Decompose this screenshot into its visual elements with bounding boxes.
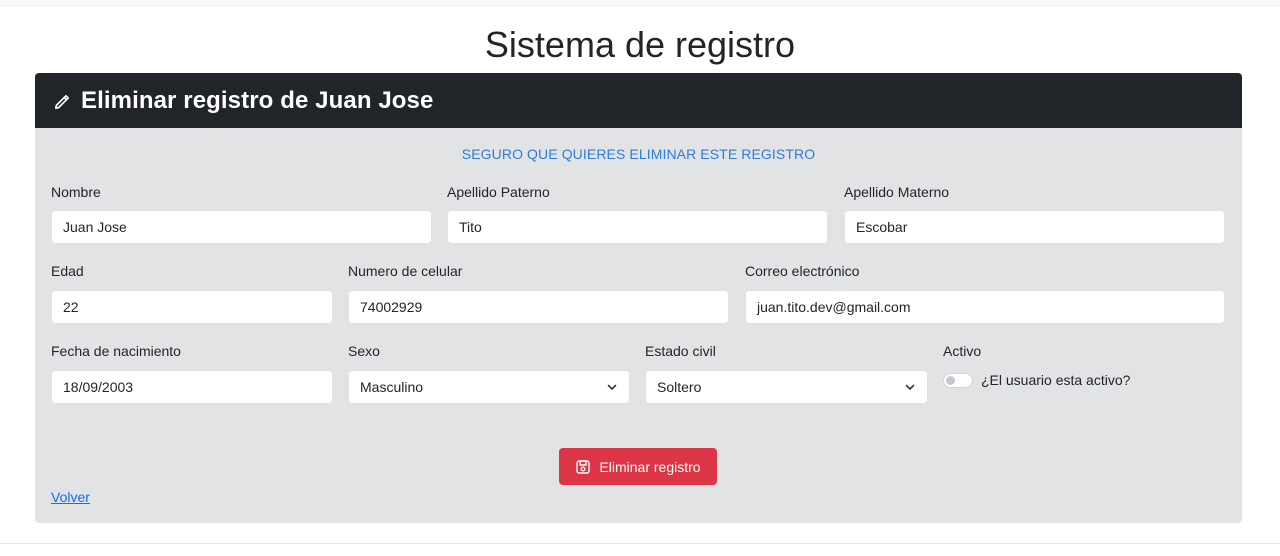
chevron-down-icon bbox=[606, 381, 618, 393]
estado-civil-selected-value: Soltero bbox=[657, 379, 702, 395]
celular-field[interactable]: 74002929 bbox=[348, 290, 729, 324]
chevron-down-icon bbox=[904, 381, 916, 393]
apellido-paterno-label: Apellido Paterno bbox=[447, 184, 550, 200]
apellido-paterno-field[interactable]: Tito bbox=[447, 210, 828, 244]
page-title: Sistema de registro bbox=[484, 24, 796, 65]
sexo-label: Sexo bbox=[348, 343, 380, 359]
activo-switch-group: ¿El usuario esta activo? bbox=[943, 372, 1130, 388]
card-title: Eliminar registro de Juan Jose bbox=[81, 86, 434, 114]
celular-label: Numero de celular bbox=[348, 263, 463, 279]
apellido-materno-label: Apellido Materno bbox=[844, 184, 950, 200]
estado-civil-select[interactable]: Soltero bbox=[645, 370, 928, 404]
save-icon bbox=[575, 459, 591, 475]
delete-warning: SEGURO QUE QUIERES ELIMINAR ESTE REGISTR… bbox=[461, 146, 816, 162]
toggle-knob bbox=[946, 375, 955, 385]
correo-label: Correo electrónico bbox=[745, 263, 860, 279]
estado-civil-label: Estado civil bbox=[645, 343, 716, 359]
delete-record-button[interactable]: Eliminar registro bbox=[559, 448, 717, 485]
top-bar bbox=[0, 0, 1280, 6]
pencil-icon bbox=[52, 92, 72, 112]
nombre-field[interactable]: Juan Jose bbox=[51, 210, 432, 244]
edad-field[interactable]: 22 bbox=[51, 290, 333, 324]
back-link[interactable]: Volver bbox=[51, 489, 90, 505]
bottom-divider bbox=[0, 543, 1280, 544]
sexo-select[interactable]: Masculino bbox=[348, 370, 630, 404]
correo-field[interactable]: juan.tito.dev@gmail.com bbox=[745, 290, 1225, 324]
fecha-nacimiento-label: Fecha de nacimiento bbox=[51, 343, 181, 359]
apellido-materno-field[interactable]: Escobar bbox=[844, 210, 1225, 244]
activo-toggle[interactable] bbox=[943, 372, 973, 388]
delete-record-card: Eliminar registro de Juan Jose SEGURO QU… bbox=[35, 73, 1242, 523]
activo-label: Activo bbox=[943, 343, 982, 359]
edad-label: Edad bbox=[51, 263, 84, 279]
delete-button-label: Eliminar registro bbox=[599, 458, 701, 475]
nombre-label: Nombre bbox=[51, 184, 101, 200]
activo-switch-label: ¿El usuario esta activo? bbox=[981, 372, 1131, 388]
card-header: Eliminar registro de Juan Jose bbox=[35, 73, 1242, 128]
sexo-selected-value: Masculino bbox=[360, 379, 424, 395]
fecha-nacimiento-field[interactable]: 18/09/2003 bbox=[51, 370, 333, 404]
